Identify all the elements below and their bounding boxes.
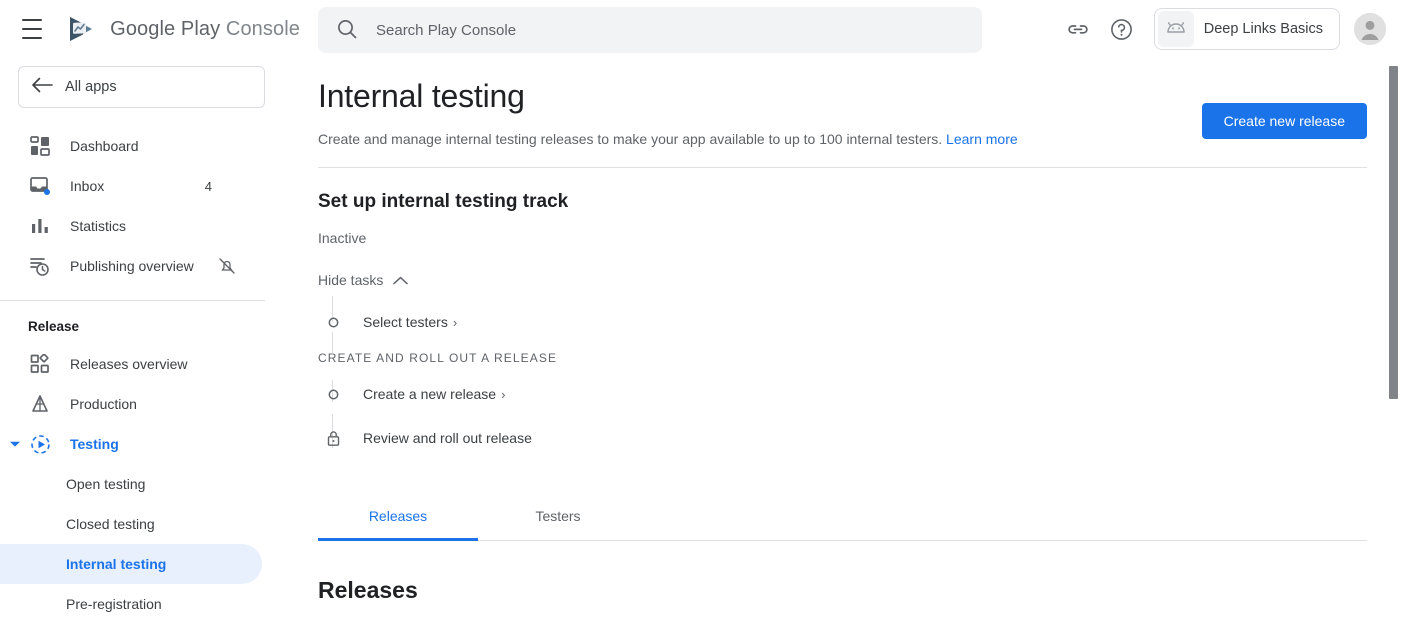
setup-status: Inactive [318, 230, 1402, 246]
tab-testers[interactable]: Testers [478, 492, 638, 540]
user-avatar-icon[interactable] [1354, 13, 1386, 45]
task-label: Review and roll out release [363, 430, 532, 446]
sidebar-item-internal-testing[interactable]: Internal testing [0, 544, 262, 584]
back-arrow-icon [19, 77, 65, 97]
sidebar-item-label: Pre-registration [66, 596, 262, 612]
setup-section-title: Set up internal testing track [318, 191, 1402, 213]
android-head-icon [1158, 11, 1194, 47]
chevron-up-icon [393, 272, 408, 288]
publishing-overview-icon [28, 254, 52, 278]
dashboard-icon [28, 134, 52, 158]
page-scrollbar[interactable] [1388, 58, 1399, 631]
play-console-app: Google Play Console All apps [0, 0, 1402, 631]
chevron-down-icon[interactable] [6, 435, 24, 453]
topbar: Deep Links Basics [300, 0, 1402, 58]
chevron-right-icon: › [501, 387, 505, 402]
sidebar-item-label: Testing [70, 436, 262, 452]
sidebar-item-open-testing[interactable]: Open testing [0, 464, 262, 504]
task-review-and-roll-out: Review and roll out release [363, 430, 532, 446]
app-selector-label: Deep Links Basics [1204, 21, 1323, 37]
search-bar[interactable] [318, 7, 982, 53]
circle-icon [318, 317, 348, 328]
sidebar-item-label: Open testing [66, 476, 262, 492]
task-create-new-release[interactable]: Create a new release › [363, 386, 505, 402]
inbox-icon [28, 174, 52, 198]
task-select-testers[interactable]: Select testers › [363, 314, 457, 330]
task-connector-line [332, 332, 333, 354]
sidebar-item-label: Production [70, 396, 262, 412]
releases-overview-icon [28, 352, 52, 376]
sidebar-item-label: Closed testing [66, 516, 262, 532]
task-label: Create a new release [363, 386, 496, 402]
help-circle-icon[interactable] [1100, 7, 1144, 51]
sidebar-header: Google Play Console [0, 0, 300, 58]
sidebar-item-testing[interactable]: Testing [0, 424, 262, 464]
production-icon [28, 392, 52, 416]
task-row: Review and roll out release [318, 422, 1402, 454]
task-row[interactable]: Create a new release › [318, 378, 1402, 410]
statistics-icon [28, 214, 52, 238]
hamburger-menu-icon[interactable] [22, 19, 42, 39]
sidebar-item-label: Internal testing [66, 556, 262, 572]
all-apps-label: All apps [65, 79, 117, 95]
learn-more-link[interactable]: Learn more [946, 131, 1018, 147]
sidebar-nav: Dashboard Inbox 4 [0, 126, 300, 624]
play-console-logo [68, 16, 98, 42]
hide-tasks-toggle[interactable]: Hide tasks [318, 272, 408, 288]
scrollbar-thumb[interactable] [1389, 66, 1398, 399]
tab-releases[interactable]: Releases [318, 492, 478, 540]
sidebar-section-release: Release [0, 301, 300, 344]
sidebar-item-inbox[interactable]: Inbox 4 [0, 166, 262, 206]
create-new-release-button[interactable]: Create new release [1202, 103, 1367, 139]
brand-google-play: Google Play [110, 18, 220, 40]
sidebar-item-label: Releases overview [70, 356, 262, 372]
sidebar-item-publishing-overview[interactable]: Publishing overview [0, 246, 262, 286]
brand[interactable]: Google Play Console [68, 16, 300, 42]
sidebar-item-closed-testing[interactable]: Closed testing [0, 504, 262, 544]
sidebar-item-label: Publishing overview [70, 258, 218, 274]
brand-console: Console [226, 18, 300, 40]
sidebar-item-dashboard[interactable]: Dashboard [0, 126, 262, 166]
sidebar-item-label: Inbox [70, 178, 205, 194]
all-apps-button[interactable]: All apps [18, 66, 265, 108]
tab-bar: Releases Testers [318, 492, 1367, 541]
search-icon [336, 18, 360, 42]
notifications-off-icon[interactable] [218, 257, 236, 275]
main-content: Create new release Internal testing Crea… [300, 58, 1402, 631]
sidebar: Google Play Console All apps [0, 0, 300, 631]
link-icon[interactable] [1056, 7, 1100, 51]
task-label: Select testers [363, 314, 448, 330]
sidebar-item-label: Statistics [70, 218, 262, 234]
page-description-text: Create and manage internal testing relea… [318, 131, 942, 147]
sidebar-item-releases-overview[interactable]: Releases overview [0, 344, 262, 384]
circle-icon [318, 389, 348, 400]
sidebar-item-production[interactable]: Production [0, 384, 262, 424]
main-inner: Create new release Internal testing Crea… [300, 78, 1402, 604]
header-divider [318, 167, 1367, 168]
brand-text: Google Play Console [110, 18, 300, 41]
topbar-actions: Deep Links Basics [1056, 0, 1386, 58]
task-list: Select testers › Create and roll out a r… [318, 306, 1402, 454]
testing-icon [28, 432, 52, 456]
lock-icon [318, 430, 348, 447]
releases-section-title: Releases [318, 577, 1402, 604]
task-category-label: Create and roll out a release [318, 351, 1402, 365]
sidebar-item-statistics[interactable]: Statistics [0, 206, 262, 246]
task-row[interactable]: Select testers › [318, 306, 1402, 338]
search-input[interactable] [376, 22, 964, 39]
sidebar-item-label: Dashboard [70, 138, 262, 154]
hide-tasks-label: Hide tasks [318, 272, 383, 288]
chevron-right-icon: › [453, 315, 457, 330]
inbox-badge-count: 4 [205, 179, 212, 194]
sidebar-item-pre-registration[interactable]: Pre-registration [0, 584, 262, 624]
app-selector[interactable]: Deep Links Basics [1154, 8, 1340, 50]
